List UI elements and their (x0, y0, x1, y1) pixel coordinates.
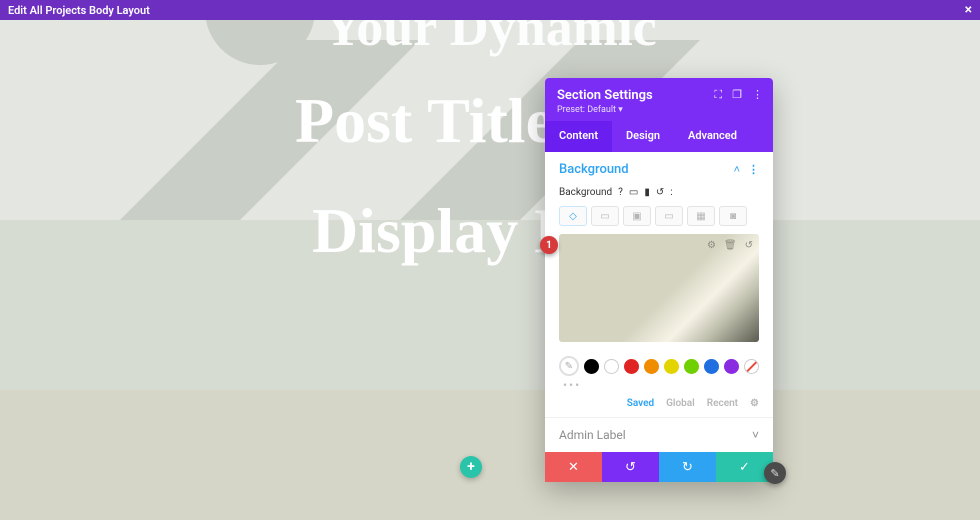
help-icon[interactable]: ? (618, 187, 623, 198)
admin-label-row[interactable]: Admin Label ˅ (545, 417, 773, 452)
background-preview[interactable]: ⚙ 🗑 ↺ (559, 234, 759, 342)
more-swatches-icon[interactable]: ••• (545, 378, 773, 396)
swatch-black[interactable] (584, 359, 599, 374)
section-background-label: Background (559, 162, 629, 177)
bg-type-color[interactable]: ◇ (559, 206, 587, 226)
background-option-row: Background ? ▭ ▮ ↺ : (545, 183, 773, 204)
swatch-red[interactable] (624, 359, 639, 374)
color-swatch-row: ✎ (545, 350, 773, 378)
palette-tab-recent[interactable]: Recent (707, 398, 738, 409)
tab-design[interactable]: Design (612, 121, 674, 152)
floating-edit-button[interactable]: ✎ (764, 462, 786, 484)
duplicate-icon[interactable]: ❐ (732, 88, 742, 102)
more-icon[interactable]: ⋮ (752, 88, 763, 102)
swatch-orange[interactable] (644, 359, 659, 374)
collapse-icon[interactable]: ˄ (734, 163, 740, 176)
hero-title-line-2: Post Title Will (0, 84, 980, 158)
swatch-none[interactable] (744, 359, 759, 374)
opt-more-icon[interactable]: : (670, 187, 672, 198)
panel-header: Section Settings Preset: Default ▾ ⛶ ❐ ⋮ (545, 78, 773, 121)
tab-advanced[interactable]: Advanced (674, 121, 751, 152)
add-module-button[interactable]: + (460, 456, 482, 478)
swatch-white[interactable] (604, 359, 619, 374)
editor-top-bar: Edit All Projects Body Layout × (0, 0, 980, 20)
section-background-header[interactable]: Background ˄ ⋮ (545, 152, 773, 183)
desktop-icon[interactable]: ▭ (629, 187, 638, 198)
hover-icon[interactable]: ▮ (644, 187, 650, 198)
palette-tab-global[interactable]: Global (666, 398, 695, 409)
preview-reset-icon[interactable]: ↺ (745, 240, 753, 251)
preview-settings-icon[interactable]: ⚙ (707, 240, 716, 251)
background-preview-container: ⚙ 🗑 ↺ (545, 234, 773, 350)
annotation-badge-1: 1 (540, 236, 558, 254)
admin-label-text: Admin Label (559, 428, 626, 442)
preview-delete-icon[interactable]: 🗑 (724, 240, 737, 251)
close-editor-button[interactable]: × (965, 3, 972, 17)
background-type-row: ◇ ▭ ▣ ▭ ▦ ◙ (545, 204, 773, 234)
page-lower-region (0, 390, 980, 520)
eyedropper-button[interactable]: ✎ (559, 356, 579, 376)
editor-title: Edit All Projects Body Layout (8, 4, 150, 17)
bg-type-gradient[interactable]: ▭ (591, 206, 619, 226)
preset-dropdown[interactable]: Preset: Default ▾ (557, 105, 761, 115)
bg-type-pattern[interactable]: ▦ (687, 206, 715, 226)
redo-button[interactable]: ↻ (659, 452, 716, 482)
bg-type-image[interactable]: ▣ (623, 206, 651, 226)
background-option-label: Background (559, 187, 612, 198)
undo-button[interactable]: ↺ (602, 452, 659, 482)
cancel-button[interactable]: ✕ (545, 452, 602, 482)
palette-settings-icon[interactable]: ⚙ (750, 398, 759, 409)
swatch-purple[interactable] (724, 359, 739, 374)
palette-tab-saved[interactable]: Saved (627, 398, 654, 409)
swatch-green[interactable] (684, 359, 699, 374)
swatch-blue[interactable] (704, 359, 719, 374)
section-settings-panel: Section Settings Preset: Default ▾ ⛶ ❐ ⋮… (545, 78, 773, 482)
expand-icon[interactable]: ⛶ (714, 88, 722, 102)
section-more-icon[interactable]: ⋮ (748, 163, 759, 176)
chevron-down-icon[interactable]: ˅ (752, 428, 759, 442)
hero-title-line-1: Your Dynamic (0, 20, 980, 58)
page-hero: Your Dynamic Post Title Will Display Her… (0, 20, 980, 390)
hero-title-line-3: Display Here (0, 194, 980, 268)
panel-footer: ✕ ↺ ↻ ✓ (545, 452, 773, 482)
palette-tabs: Saved Global Recent ⚙ (545, 396, 773, 417)
bg-type-mask[interactable]: ◙ (719, 206, 747, 226)
panel-tabs: Content Design Advanced (545, 121, 773, 152)
bg-type-video[interactable]: ▭ (655, 206, 683, 226)
reset-icon[interactable]: ↺ (656, 187, 664, 198)
swatch-yellow[interactable] (664, 359, 679, 374)
tab-content[interactable]: Content (545, 121, 612, 152)
